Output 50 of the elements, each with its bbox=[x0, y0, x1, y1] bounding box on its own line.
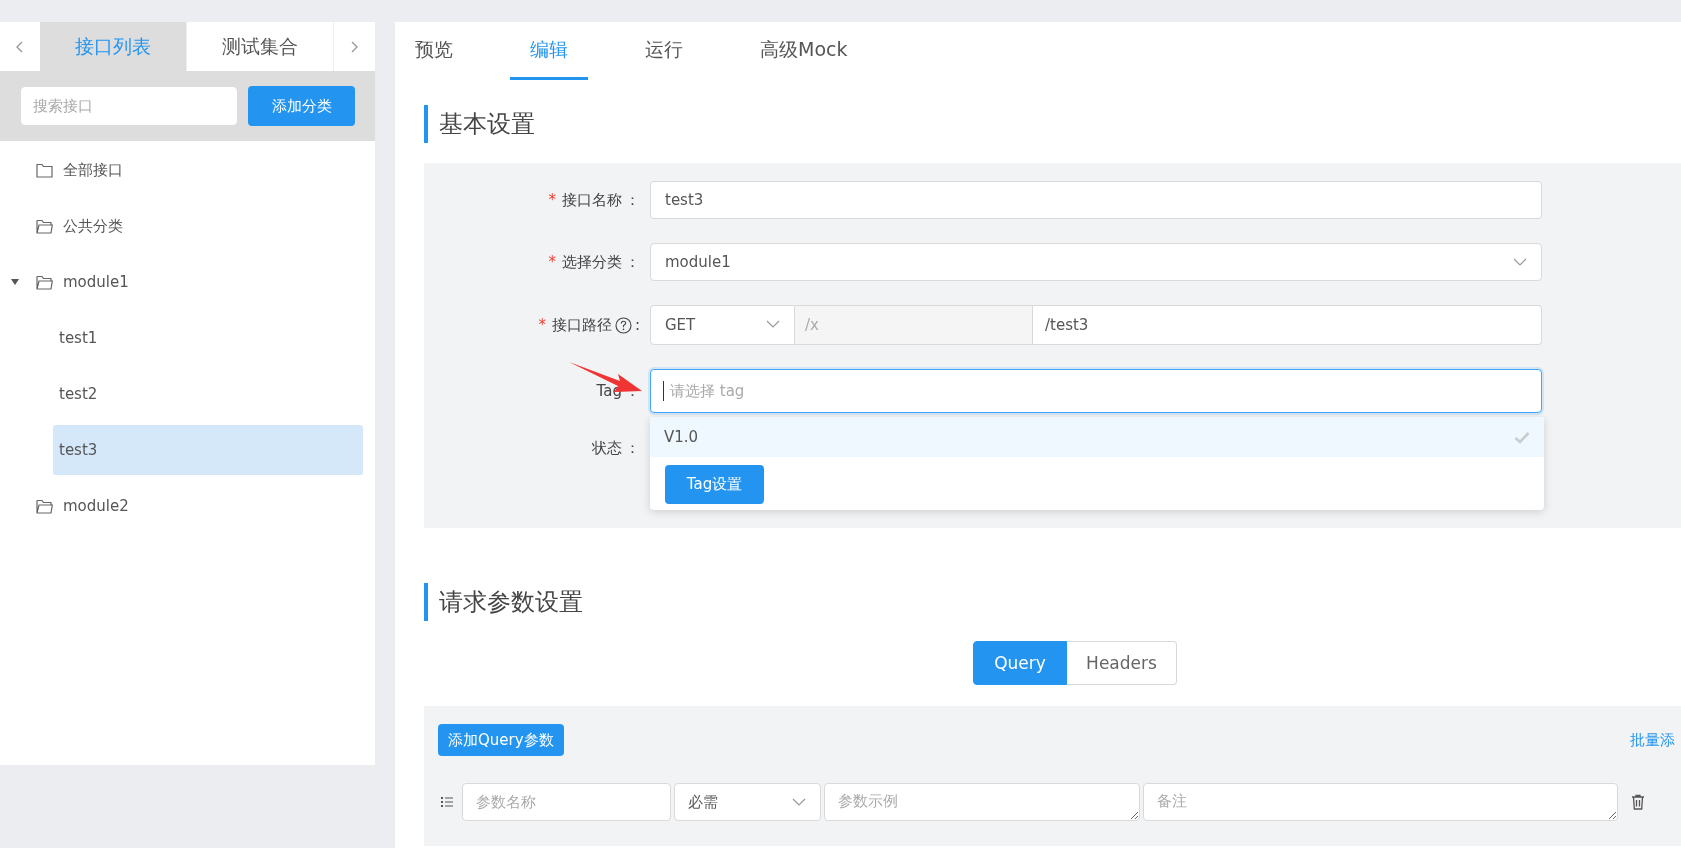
tree-item[interactable]: 公共分类 bbox=[59, 214, 127, 238]
tree-item[interactable]: test1 bbox=[53, 313, 363, 363]
label-colon: ： bbox=[625, 190, 640, 210]
label-colon: ： bbox=[625, 439, 640, 458]
placeholder-text: 请选择 tag bbox=[670, 381, 745, 401]
tree-item[interactable]: test3 bbox=[53, 425, 363, 475]
label-colon: ： bbox=[625, 381, 640, 401]
folder-icon bbox=[36, 162, 53, 178]
chevron-down-icon[interactable] bbox=[766, 320, 780, 328]
required-select[interactable]: 必需 bbox=[674, 783, 821, 821]
folder-icon bbox=[36, 498, 53, 514]
help-icon[interactable] bbox=[614, 316, 632, 334]
check-icon bbox=[1514, 430, 1530, 444]
param-example-field[interactable]: 参数示例 bbox=[824, 783, 1140, 821]
tab[interactable]: 高级Mock bbox=[740, 22, 868, 80]
folder-icon bbox=[36, 274, 53, 290]
base-path: /x bbox=[795, 305, 1033, 345]
required-mark: * bbox=[548, 191, 556, 209]
segment-tab[interactable]: Headers bbox=[1067, 641, 1177, 685]
label-colon: ： bbox=[625, 252, 640, 272]
chevron-down-icon[interactable] bbox=[1513, 258, 1527, 266]
param-name-field[interactable]: 参数名称 bbox=[462, 783, 671, 821]
list-icon[interactable] bbox=[441, 797, 453, 807]
required-mark: * bbox=[538, 316, 546, 334]
tree-item[interactable]: test2 bbox=[53, 369, 363, 419]
dropdown-option[interactable]: V1.0 bbox=[650, 417, 1544, 457]
tree-item[interactable]: 全部接口 bbox=[59, 158, 127, 182]
tree-item[interactable]: module2 bbox=[59, 495, 133, 517]
tab[interactable]: 运行 bbox=[625, 22, 703, 80]
search-field[interactable]: 搜索接口 bbox=[21, 87, 237, 125]
field-label: 选择分类 bbox=[562, 252, 622, 272]
tab[interactable]: 预览 bbox=[395, 22, 473, 80]
section-title: 基本设置 bbox=[424, 105, 1681, 143]
field-label: 接口名称 bbox=[562, 190, 622, 210]
section-title: 请求参数设置 bbox=[424, 583, 1681, 621]
folder-icon bbox=[36, 218, 53, 234]
caret-icon[interactable] bbox=[10, 278, 20, 286]
note-field[interactable]: 备注 bbox=[1143, 783, 1618, 821]
tree-item[interactable]: module1 bbox=[59, 271, 133, 293]
required-mark: * bbox=[548, 253, 556, 271]
chevron-down-icon[interactable] bbox=[792, 798, 806, 806]
path-field[interactable]: /test3 bbox=[1033, 305, 1542, 345]
name-field[interactable]: test3 bbox=[650, 181, 1542, 219]
category-select[interactable]: module1 bbox=[650, 243, 1542, 281]
field-label: 状态 bbox=[592, 439, 622, 458]
label-colon: : bbox=[634, 316, 640, 334]
method-select[interactable]: GET bbox=[650, 305, 795, 345]
delete-icon[interactable] bbox=[1631, 794, 1645, 810]
field-label: 接口路径 bbox=[551, 315, 612, 335]
text-cursor bbox=[663, 381, 664, 401]
